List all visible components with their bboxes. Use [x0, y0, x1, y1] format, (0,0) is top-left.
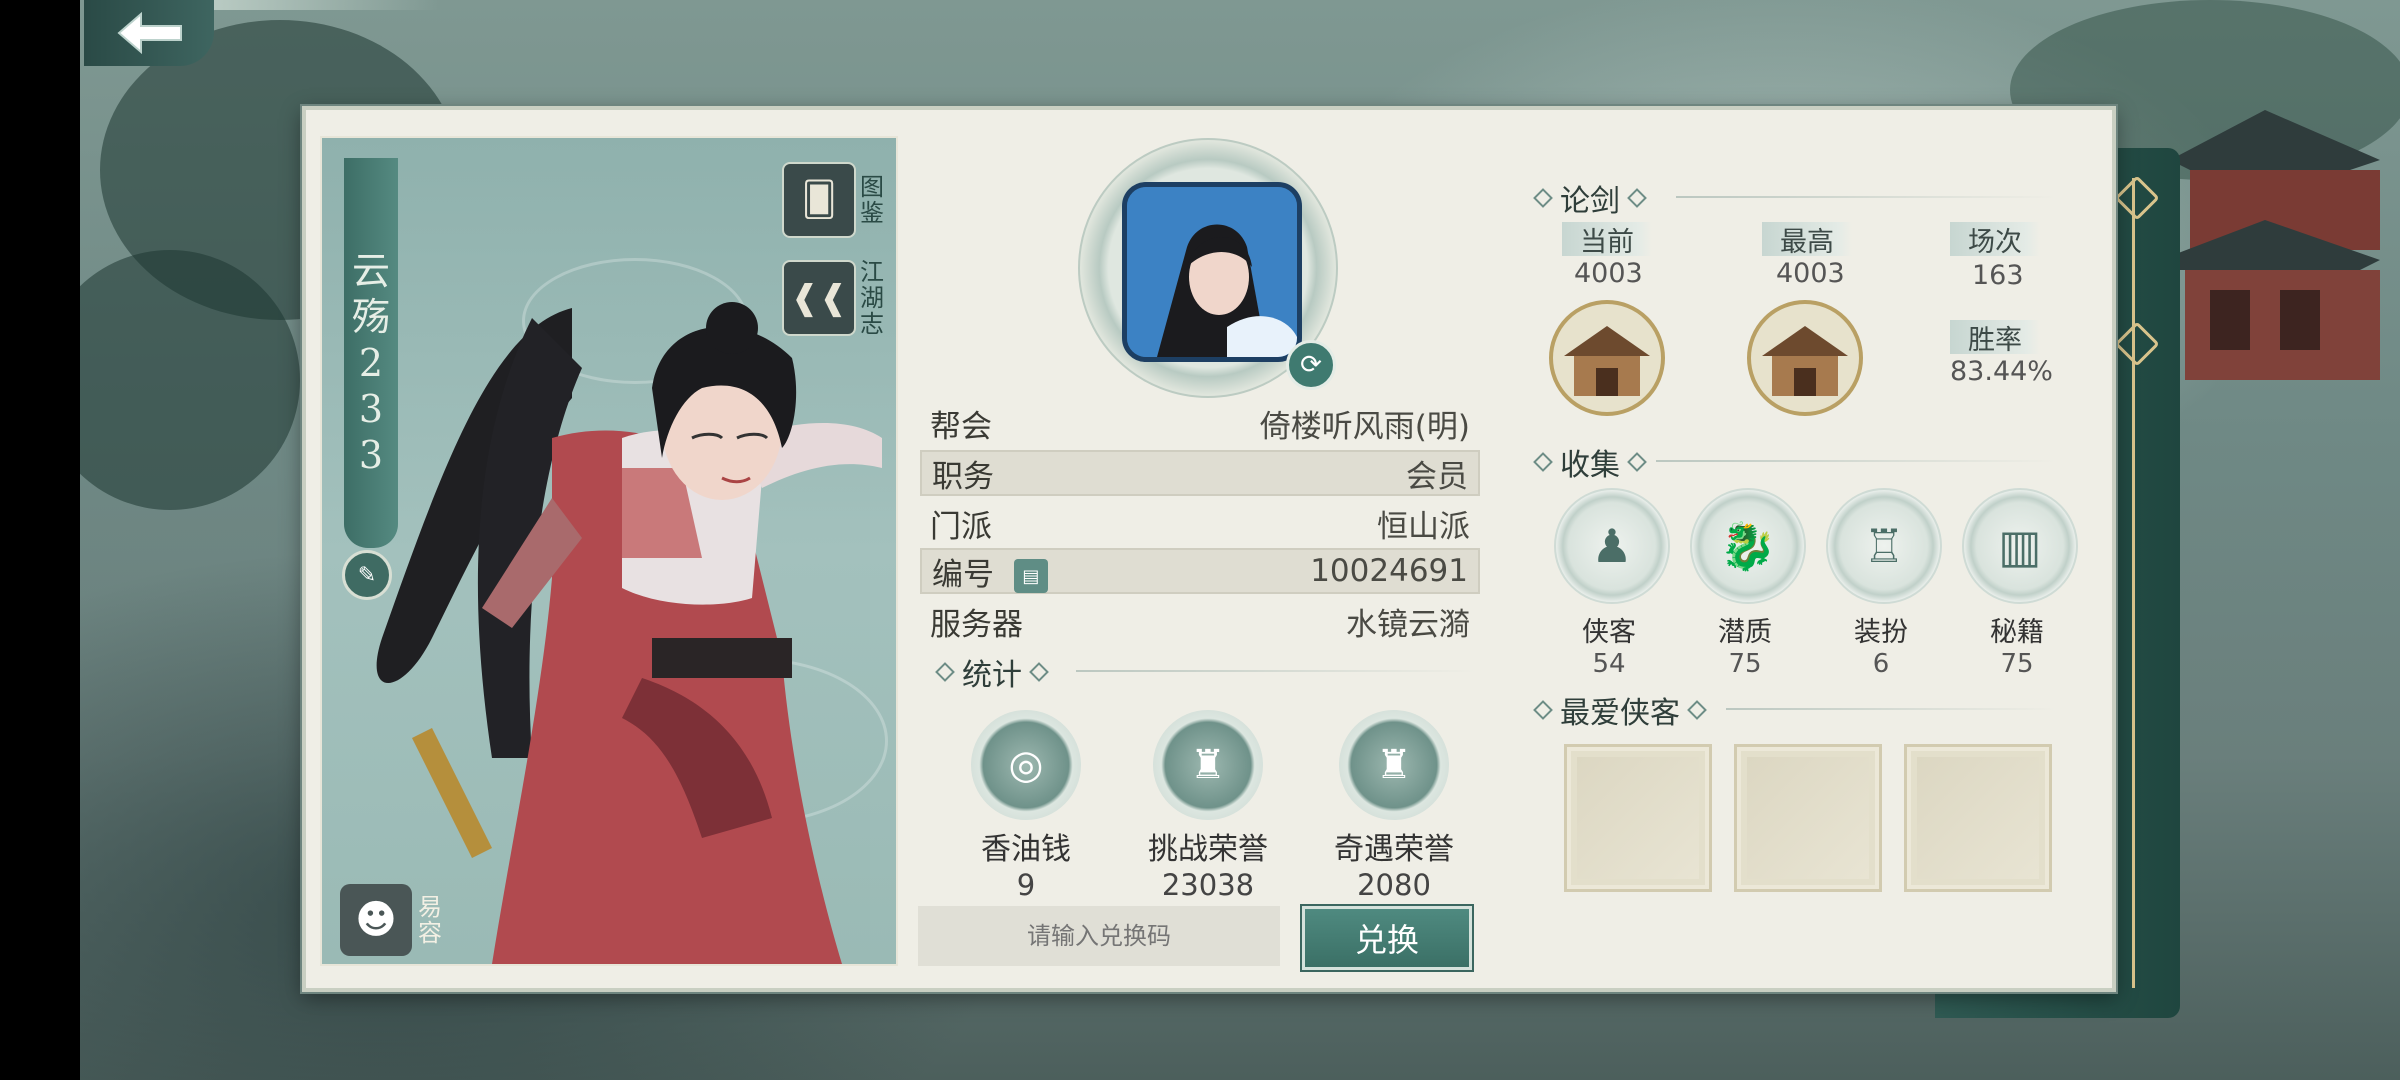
name-char: 殇 — [351, 295, 390, 339]
redeem-button[interactable]: 兑换 — [1300, 904, 1474, 972]
server-row: 服务器 水镜云漪 — [930, 606, 1470, 643]
character-name-banner: 云 殇 2 3 3 — [344, 158, 398, 548]
stat-challenge-honor: ♜ 挑战荣誉 23038 — [1128, 710, 1288, 902]
top-decor-bar — [190, 0, 440, 10]
avatar — [1122, 182, 1302, 362]
duel-matches-value: 163 — [1972, 260, 2024, 291]
avatar-frame: ⟳ — [1078, 138, 1338, 398]
dragon-icon: 🐉 — [1690, 488, 1806, 604]
stat-incense-money: ◎ 香油钱 9 — [946, 710, 1106, 902]
copy-icon[interactable]: ▤ — [1013, 559, 1048, 593]
book-stack-icon: ❰❰ — [782, 260, 856, 336]
collection-outfits[interactable]: ♖ 装扮 6 — [1826, 488, 1942, 679]
disguise-button[interactable]: ☻ 易 容 — [340, 880, 450, 960]
stats-title: 统计 — [935, 650, 1049, 694]
sect-row: 门派 恒山派 — [930, 508, 1470, 545]
stat-encounter-honor: ♜ 奇遇荣誉 2080 — [1314, 710, 1474, 902]
favorite-hero-slot[interactable] — [1564, 744, 1712, 892]
pen-icon: ✎ — [357, 562, 377, 588]
edit-name-button[interactable]: ✎ — [342, 550, 392, 600]
mask-icon: ☻ — [340, 884, 412, 956]
profile-panel: 云 殇 2 3 3 ✎ 🂠 图 鉴 ❰❰ 江 湖 志 ☻ 易 容 ⟳ 帮会 倚楼… — [302, 106, 2116, 992]
crest-icon: ♜ — [1339, 710, 1449, 820]
crest-icon: ♜ — [1153, 710, 1263, 820]
favorite-hero-slot[interactable] — [1734, 744, 1882, 892]
cards-icon: 🂠 — [782, 162, 856, 238]
achievements-column: 论剑 当前 4003 最高 4003 场次 163 胜率 83.44% 收集 ♟ — [1506, 110, 2106, 988]
duel-matches-label: 场次 — [1950, 222, 2040, 258]
refresh-icon[interactable]: ⟳ — [1286, 340, 1336, 390]
name-char: 3 — [358, 433, 384, 477]
hero-icon: ♟ — [1554, 488, 1670, 604]
duel-best-value: 4003 — [1776, 258, 1845, 289]
duel-current-label: 当前 — [1562, 222, 1652, 258]
favorites-title: 最爱侠客 — [1533, 688, 1707, 732]
robe-icon: ♖ — [1826, 488, 1942, 604]
collection-heroes[interactable]: ♟ 侠客 54 — [1554, 488, 1670, 679]
guild-row: 帮会 倚楼听风雨(明) — [930, 408, 1470, 445]
collection-title: 收集 — [1533, 440, 1647, 484]
id-row: 编号 ▤ 10024691 — [920, 548, 1480, 594]
character-portrait: 云 殇 2 3 3 ✎ 🂠 图 鉴 ❰❰ 江 湖 志 ☻ 易 容 — [320, 136, 898, 966]
profile-info-column: ⟳ 帮会 倚楼听风雨(明) 职务 会员 门派 恒山派 编号 ▤ 10024691… — [906, 110, 1496, 988]
redeem-code-input[interactable] — [918, 906, 1280, 966]
name-char: 2 — [358, 341, 384, 385]
duel-winrate-label: 胜率 — [1950, 320, 2040, 356]
pagoda-building — [2160, 110, 2380, 380]
best-rank-badge-icon — [1747, 300, 1863, 416]
current-rank-badge-icon — [1549, 300, 1665, 416]
duel-title: 论剑 — [1533, 176, 1647, 220]
coins-icon: ◎ — [971, 710, 1081, 820]
name-char: 云 — [351, 249, 390, 293]
back-button[interactable] — [84, 0, 214, 66]
position-row: 职务 会员 — [920, 450, 1480, 496]
scroll-book-icon: ▥ — [1962, 488, 2078, 604]
duel-best-label: 最高 — [1762, 222, 1852, 258]
collection-manuals[interactable]: ▥ 秘籍 75 — [1962, 488, 2078, 679]
duel-winrate-value: 83.44% — [1950, 356, 2053, 387]
collection-potential[interactable]: 🐉 潜质 75 — [1690, 488, 1806, 679]
favorite-hero-slot[interactable] — [1904, 744, 2052, 892]
back-arrow-icon — [117, 11, 182, 55]
jianghu-button[interactable]: ❰❰ 江 湖 志 — [782, 258, 892, 338]
atlas-button[interactable]: 🂠 图 鉴 — [782, 160, 892, 240]
duel-current-value: 4003 — [1574, 258, 1643, 289]
name-char: 3 — [358, 387, 384, 431]
